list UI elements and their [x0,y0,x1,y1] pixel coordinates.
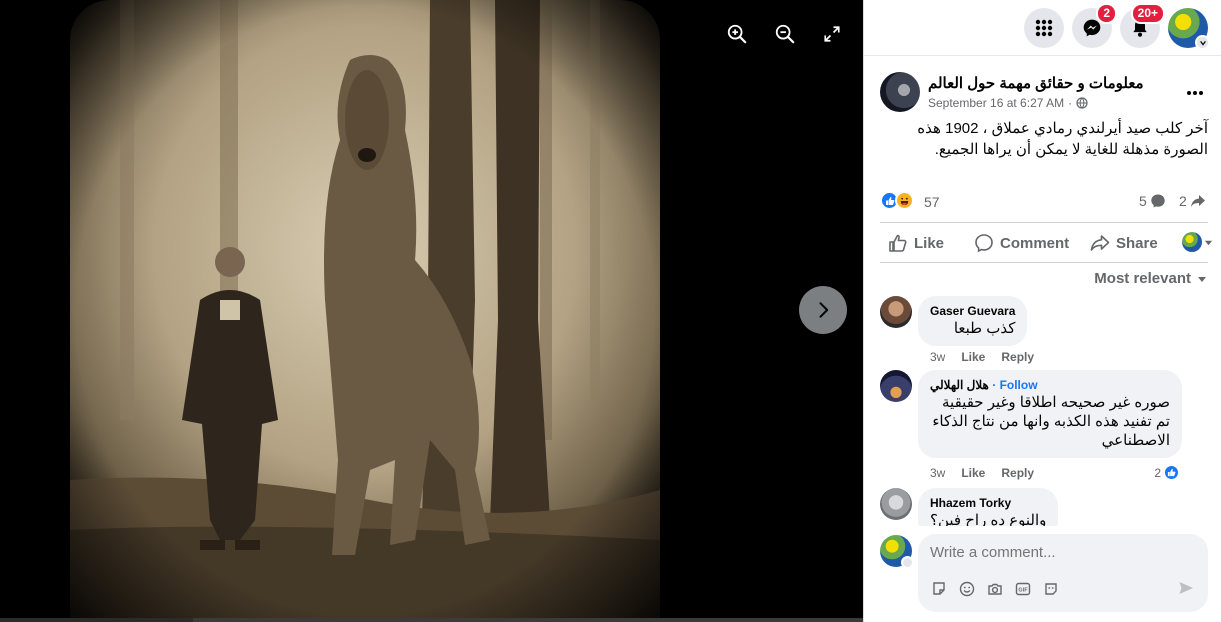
share-icon [1090,235,1110,251]
caret-down-icon [1204,240,1213,245]
chevron-right-icon [819,302,829,318]
photo-viewer [0,0,863,622]
follow-link[interactable]: · Follow [992,378,1037,392]
comment-icon [975,234,993,253]
comment-reaction-value: 2 [1154,465,1161,480]
commenter-name[interactable]: Gaser Guevara [930,304,1015,318]
comment-bubble-icon [1151,194,1165,208]
comment-composer: GIF [864,526,1221,622]
comment-text: والنوع ده راح فين؟ [930,512,1047,526]
commenter-avatar[interactable] [880,296,912,328]
viewer-bottom-strip [0,618,863,622]
share-count-value: 2 [1179,193,1187,209]
profile-avatar [1182,232,1202,252]
reaction-icons[interactable] [880,191,914,210]
svg-text:GIF: GIF [1018,588,1028,594]
post-options-button[interactable] [1180,78,1210,108]
caret-down-icon [1198,276,1206,282]
react-as-selector[interactable] [1182,232,1213,252]
post-actions: Like Comment Share [880,226,1213,260]
divider [880,222,1208,223]
grid-menu-icon [1035,19,1053,37]
comment-like-button[interactable]: Like [961,466,985,480]
comment-actions: 3w Like Reply [930,466,1034,480]
notifications-button[interactable]: 20+ [1120,3,1165,48]
page-avatar[interactable] [880,72,920,112]
comment-input[interactable] [930,544,1190,561]
comment-reply-button[interactable]: Reply [1001,350,1034,364]
post-header: معلومات و حقائق مهمة حول العالم Septembe… [880,72,1210,116]
comment-sort-dropdown[interactable]: Most relevant [1094,270,1207,287]
comment-like-button[interactable]: Like [961,350,985,364]
post-panel: 2 20+ معلومات و حقائق مهمة حول العالم Se… [863,0,1221,622]
account-avatar[interactable] [1168,8,1210,50]
top-bar: 2 20+ [864,0,1221,56]
post-meta: September 16 at 6:27 AM · [928,96,1088,110]
commenter-avatar[interactable] [880,488,912,520]
commenter-name-text[interactable]: هلال الهلالي [930,378,989,392]
like-label: Like [914,234,945,252]
avatar-sticker-icon[interactable] [1042,580,1060,598]
share-count[interactable]: 2 [1179,193,1206,209]
comment-actions: 3w Like Reply [930,350,1034,364]
comment-bubble: Hhazem Torky والنوع ده راح فين؟ [918,488,1059,526]
messenger-badge: 2 [1096,3,1117,24]
menu-button[interactable] [1024,8,1064,48]
camera-icon[interactable] [986,580,1004,598]
share-arrow-icon [1190,195,1205,207]
commenter-name: هلال الهلالي · Follow [930,378,1170,392]
comment-box: GIF [918,534,1208,612]
comment-label: Comment [1000,234,1070,252]
messenger-button[interactable]: 2 [1072,3,1117,48]
like-button[interactable]: Like [888,226,944,260]
comment-count[interactable]: 5 [1139,193,1166,209]
fullscreen-icon[interactable] [818,20,846,48]
comment-reaction-count[interactable]: 2 [1154,464,1180,481]
comment-bubble: Gaser Guevara كذب طبعا [918,296,1028,346]
comment-text: كذب طبعا [953,320,1016,337]
zoom-out-icon[interactable] [771,20,799,48]
globe-icon [1076,97,1088,109]
gif-icon[interactable]: GIF [1014,580,1032,598]
composer-tools: GIF [930,580,1060,598]
zoom-in-icon[interactable] [723,20,751,48]
notifications-badge: 20+ [1130,3,1165,24]
comment-button[interactable]: Comment [974,226,1069,260]
comment-bubble: هلال الهلالي · Follow صوره غير صحيحه اطل… [918,370,1182,458]
comment-reply-button[interactable]: Reply [1001,466,1034,480]
haha-reaction-icon [895,191,914,210]
comments-list: Gaser Guevara كذب طبعا 3w Like Reply هلا… [864,292,1221,526]
comment-time[interactable]: 3w [930,350,945,364]
post-timestamp[interactable]: September 16 at 6:27 AM [928,96,1064,110]
comment-time[interactable]: 3w [930,466,945,480]
sticker-icon[interactable] [930,580,948,598]
commenter-avatar[interactable] [880,370,912,402]
meta-separator: · [1068,96,1073,110]
more-dots-icon [1187,91,1203,95]
thumb-up-icon [889,234,907,252]
comment-text: صوره غير صحيحه اطلاقا وغير حقيقية تم تفن… [932,394,1170,449]
post-text: آخر كلب صيد أيرلندي رمادي عملاق ، 1902 ه… [917,120,1208,158]
sort-label: Most relevant [1094,270,1191,287]
divider [880,262,1208,263]
share-button[interactable]: Share [1090,226,1158,260]
send-icon[interactable] [1178,580,1194,601]
comment-count-value: 5 [1139,193,1147,209]
commenter-name[interactable]: Hhazem Torky [930,496,1046,510]
next-photo-button[interactable] [799,286,847,334]
reaction-count[interactable]: 57 [924,194,940,210]
app-root: 2 20+ معلومات و حقائق مهمة حول العالم Se… [0,0,1221,622]
page-name[interactable]: معلومات و حقائق مهمة حول العالم [928,74,1144,92]
like-reaction-icon [1163,464,1180,481]
chevron-down-icon [1195,35,1210,50]
post-photo [70,0,660,622]
chevron-down-icon [901,556,914,569]
emoji-icon[interactable] [958,580,976,598]
share-label: Share [1116,234,1158,252]
reactions-bar: 57 5 2 [880,190,1208,212]
